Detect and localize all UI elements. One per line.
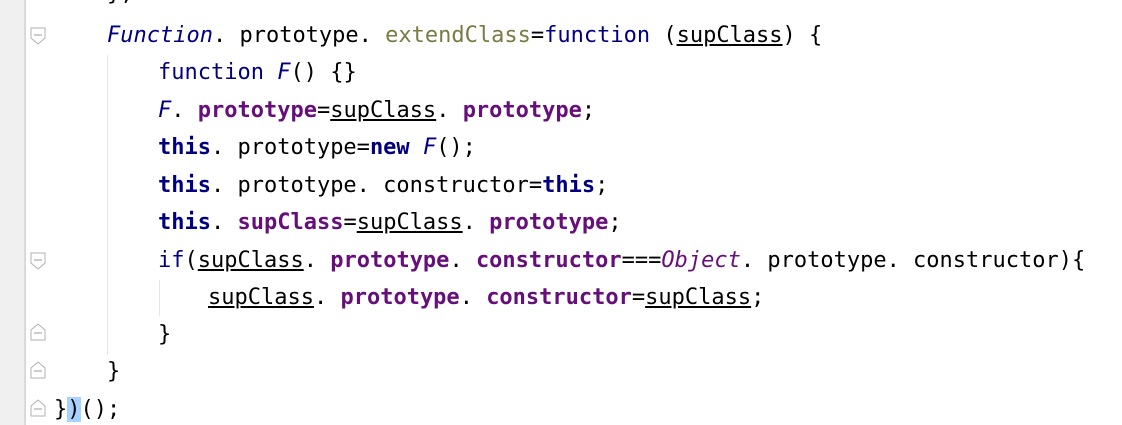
fold-close-icon[interactable] <box>30 361 46 379</box>
code-token: new <box>369 135 410 160</box>
code-token: ; <box>751 285 765 310</box>
line-gutter <box>0 0 25 425</box>
code-token: prototype <box>340 285 460 310</box>
code-token: === <box>621 248 662 273</box>
gutter-divider <box>25 0 26 425</box>
code-token: ( <box>184 248 198 273</box>
code-token: . prototype. constructor= <box>210 173 543 198</box>
code-token: constructor <box>475 248 622 273</box>
code-token: . <box>210 210 238 235</box>
code-token: . <box>462 210 490 235</box>
code-line[interactable]: Function. prototype. extendClass=functio… <box>107 18 822 54</box>
code-token: extendClass <box>385 23 531 48</box>
indent-guide <box>107 55 108 355</box>
code-token: . <box>171 98 198 123</box>
code-token: if <box>158 248 185 273</box>
code-token: this <box>542 173 596 198</box>
code-token: . prototype= <box>210 135 370 160</box>
code-line[interactable]: this. prototype. constructor=this; <box>158 168 608 204</box>
fold-open-icon[interactable] <box>30 27 46 45</box>
code-token: constructor <box>486 285 632 310</box>
code-token: supClass <box>330 98 437 123</box>
code-token: ) { <box>782 23 823 48</box>
code-line[interactable]: if(supClass. prototype. constructor===Ob… <box>158 243 1085 279</box>
code-token: . <box>303 248 331 273</box>
code-token: ) <box>67 397 81 422</box>
fold-close-icon[interactable] <box>30 399 46 417</box>
code-token: } <box>107 359 121 384</box>
code-token: () {} <box>290 60 357 85</box>
code-token: F <box>158 98 172 123</box>
code-line[interactable]: } <box>158 317 171 353</box>
code-token: supClass <box>645 285 752 310</box>
code-token: . <box>459 285 487 310</box>
code-token: supClass <box>356 210 463 235</box>
code-line[interactable]: this. prototype=new F(); <box>158 130 476 166</box>
code-line[interactable]: function F() {} <box>158 55 357 91</box>
code-token: supClass <box>676 23 783 48</box>
code-token: function <box>158 60 264 85</box>
code-line[interactable]: this. supClass=supClass. prototype; <box>158 205 622 241</box>
code-token: supClass <box>208 285 314 310</box>
code-token: . prototype. constructor){ <box>740 248 1086 273</box>
code-token: prototype <box>330 248 450 273</box>
code-line[interactable]: } <box>107 354 120 390</box>
code-token: prototype <box>489 210 609 235</box>
code-token: ; <box>608 210 622 235</box>
code-token: = <box>530 23 545 48</box>
code-token: ; <box>595 173 609 198</box>
code-line[interactable]: })(); <box>54 392 120 425</box>
code-token: . <box>436 98 463 123</box>
code-token: = <box>631 285 646 310</box>
code-token: } <box>158 322 172 347</box>
fold-open-icon[interactable] <box>30 252 46 270</box>
code-token: ; <box>581 98 596 123</box>
code-line[interactable]: F. prototype=supClass. prototype; <box>158 93 595 129</box>
code-token: . <box>313 285 341 310</box>
code-token: supClass <box>197 248 304 273</box>
code-editor[interactable]: }; Function. prototype. extendClass=func… <box>0 0 1122 425</box>
code-token: . prototype. <box>212 23 386 48</box>
code-token: Object <box>661 248 741 273</box>
code-token: this <box>158 135 211 160</box>
code-token: (); <box>436 135 476 160</box>
code-line[interactable]: supClass. prototype. constructor=supClas… <box>208 280 764 316</box>
code-token: supClass <box>237 210 344 235</box>
code-token: F <box>422 135 437 160</box>
indent-guide <box>159 280 160 316</box>
fold-close-icon[interactable] <box>30 323 46 341</box>
code-token: F <box>277 60 291 85</box>
code-token: = <box>316 98 331 123</box>
code-token: ( <box>650 23 677 48</box>
code-token: this <box>158 173 211 198</box>
code-token: prototype <box>197 98 317 123</box>
code-token: } <box>54 397 68 422</box>
code-line-partial: }; <box>107 0 134 12</box>
code-token: = <box>343 210 357 235</box>
code-token: function <box>544 23 651 48</box>
code-token: prototype <box>462 98 582 123</box>
code-token: . <box>449 248 476 273</box>
code-token: Function <box>107 23 213 48</box>
code-token: this <box>158 210 211 235</box>
code-token: (); <box>80 397 121 422</box>
